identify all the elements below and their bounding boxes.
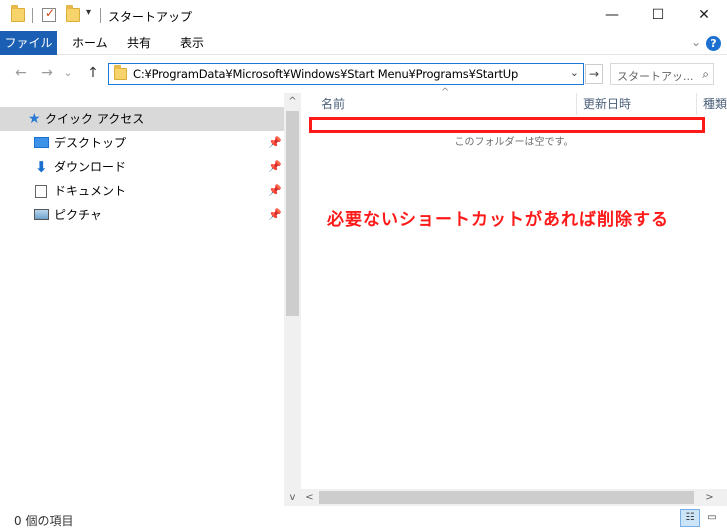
nav-pane-scrollbar[interactable]: ^ v	[284, 93, 301, 506]
desktop-icon	[34, 137, 49, 148]
go-button[interactable]: →	[585, 64, 603, 84]
title-bar: ✓ ▾ スタートアップ — ☐ ✕	[0, 0, 727, 31]
tab-home[interactable]: ホーム	[60, 31, 120, 55]
column-header-type[interactable]: 種類	[703, 93, 727, 115]
nav-item-desktop[interactable]: デスクトップ 📌	[0, 131, 284, 155]
quick-access-dropdown[interactable]: ▾	[86, 7, 91, 18]
tab-file[interactable]: ファイル	[0, 31, 57, 55]
window-title: スタートアップ	[108, 10, 193, 24]
nav-item-label: クイック アクセス	[45, 112, 145, 126]
nav-item-label: デスクトップ	[54, 136, 127, 150]
column-divider[interactable]	[696, 93, 697, 115]
download-arrow-icon: ⬇	[35, 158, 48, 176]
forward-button[interactable]: →	[36, 63, 58, 83]
star-icon: ★	[28, 111, 41, 127]
search-input[interactable]: スタートアッ... ⌕	[610, 63, 714, 85]
address-bar[interactable]: C:¥ProgramData¥Microsoft¥Windows¥Start M…	[108, 63, 584, 85]
empty-folder-message: このフォルダーは空です。	[454, 137, 574, 148]
annotation-highlight-box	[309, 117, 705, 133]
properties-check-icon[interactable]: ✓	[42, 6, 56, 22]
new-folder-icon[interactable]	[66, 5, 80, 22]
annotation-text: 必要ないショートカットがあれば削除する	[327, 210, 669, 230]
file-list-pane[interactable]: ^ 名前 更新日時 種類 このフォルダーは空です。 必要ないショートカットがあれ…	[301, 87, 727, 506]
recent-locations-icon[interactable]: ⌄	[60, 63, 76, 83]
maximize-button[interactable]: ☐	[635, 0, 681, 31]
minimize-button[interactable]: —	[589, 0, 635, 31]
navigation-pane: ★ クイック アクセス デスクトップ 📌 ⬇ ダウンロード 📌 ドキュメント 📌…	[0, 93, 284, 506]
tab-view[interactable]: 表示	[168, 31, 216, 55]
help-icon[interactable]: ?	[706, 36, 721, 51]
nav-item-label: ピクチャ	[54, 208, 102, 222]
close-button[interactable]: ✕	[681, 0, 727, 31]
column-header-modified[interactable]: 更新日時	[583, 93, 631, 115]
document-icon	[35, 185, 47, 198]
nav-item-label: ドキュメント	[54, 184, 127, 198]
scroll-right-button[interactable]: >	[701, 489, 718, 506]
pin-icon[interactable]: 📌	[268, 179, 282, 203]
ribbon-tabs: ファイル ホーム 共有 表示 ⌄ ?	[0, 31, 727, 55]
scroll-thumb[interactable]	[319, 491, 694, 504]
folder-icon	[11, 5, 25, 22]
scroll-thumb[interactable]	[286, 111, 299, 316]
scroll-up-button[interactable]: ^	[284, 93, 301, 110]
separator	[32, 8, 33, 23]
nav-item-documents[interactable]: ドキュメント 📌	[0, 179, 284, 203]
back-button[interactable]: ←	[10, 63, 32, 83]
tab-share[interactable]: 共有	[115, 31, 163, 55]
ribbon-expand-icon[interactable]: ⌄	[691, 35, 701, 49]
column-header-name[interactable]: 名前	[321, 93, 345, 115]
scroll-down-button[interactable]: v	[284, 489, 301, 506]
column-divider[interactable]	[576, 93, 577, 115]
sort-indicator-icon: ^	[441, 87, 450, 98]
nav-item-label: ダウンロード	[54, 160, 127, 174]
status-bar: 0 個の項目 ☷ ▭	[0, 506, 727, 531]
separator	[100, 8, 101, 23]
nav-item-quick-access[interactable]: ★ クイック アクセス	[0, 107, 284, 131]
search-icon[interactable]: ⌕	[702, 67, 709, 82]
search-placeholder: スタートアッ...	[617, 70, 694, 83]
file-list-horizontal-scrollbar[interactable]: < >	[301, 489, 727, 506]
pin-icon[interactable]: 📌	[268, 203, 282, 227]
nav-item-pictures[interactable]: ピクチャ 📌	[0, 203, 284, 227]
address-dropdown-icon[interactable]: ⌄	[570, 66, 579, 79]
navigation-bar: ← → ⌄ ↑ C:¥ProgramData¥Microsoft¥Windows…	[0, 55, 727, 93]
up-button[interactable]: ↑	[82, 63, 104, 83]
pictures-icon	[34, 209, 49, 220]
nav-item-downloads[interactable]: ⬇ ダウンロード 📌	[0, 155, 284, 179]
scroll-left-button[interactable]: <	[301, 489, 318, 506]
details-view-icon[interactable]: ☷	[680, 509, 700, 527]
address-path[interactable]: C:¥ProgramData¥Microsoft¥Windows¥Start M…	[133, 67, 518, 81]
pin-icon[interactable]: 📌	[268, 155, 282, 179]
folder-icon	[114, 65, 127, 80]
large-icons-view-icon[interactable]: ▭	[702, 509, 722, 527]
item-count: 0 個の項目	[14, 514, 74, 528]
pin-icon[interactable]: 📌	[268, 131, 282, 155]
